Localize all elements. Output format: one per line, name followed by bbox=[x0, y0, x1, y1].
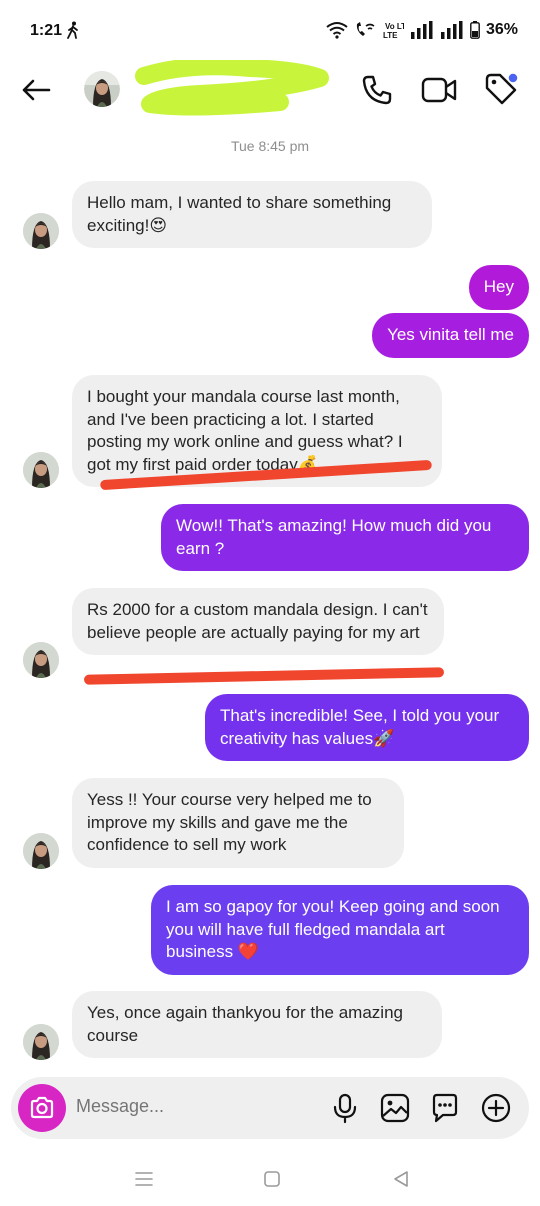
message-bubble-received[interactable]: Rs 2000 for a custom mandala design. I c… bbox=[72, 588, 444, 655]
contact-avatar[interactable] bbox=[84, 71, 120, 107]
sender-avatar[interactable] bbox=[23, 213, 59, 249]
sender-avatar[interactable] bbox=[23, 452, 59, 488]
message-bubble-sent[interactable]: Yes vinita tell me bbox=[372, 313, 529, 358]
volte-icon: Vo LTE LTE bbox=[383, 22, 404, 39]
status-time: 1:21 bbox=[30, 22, 63, 39]
walking-icon bbox=[67, 21, 78, 39]
recent-apps-icon[interactable] bbox=[133, 1168, 155, 1190]
add-plus-icon[interactable] bbox=[480, 1092, 512, 1124]
message-bubble-sent[interactable]: That's incredible! See, I told you your … bbox=[205, 694, 529, 761]
home-icon[interactable] bbox=[261, 1168, 283, 1190]
date-stamp: Tue 8:45 pm bbox=[230, 138, 310, 154]
back-arrow-icon[interactable] bbox=[18, 72, 54, 108]
sticker-chat-icon[interactable] bbox=[429, 1092, 461, 1124]
microphone-icon[interactable] bbox=[329, 1092, 361, 1124]
status-bar: 1:21 Vo LTE LTE bbox=[0, 0, 540, 60]
battery-percent: 36% bbox=[485, 21, 518, 38]
sender-avatar[interactable] bbox=[23, 1024, 59, 1060]
system-nav-bar bbox=[0, 1150, 540, 1206]
back-nav-icon[interactable] bbox=[390, 1168, 412, 1190]
sender-avatar[interactable] bbox=[23, 642, 59, 678]
message-bubble-sent[interactable]: I am so gapoy for you! Keep going and so… bbox=[151, 885, 529, 975]
message-bubble-received[interactable]: Hello mam, I wanted to share something e… bbox=[72, 181, 432, 248]
redacted-name-scribble bbox=[135, 60, 329, 116]
phone-icon[interactable] bbox=[360, 73, 394, 107]
status-indicators: Vo LTE LTE 36% bbox=[326, 19, 518, 41]
message-bubble-sent[interactable]: Wow!! That's amazing! How much did you e… bbox=[161, 504, 529, 571]
signal-icon-1 bbox=[410, 21, 433, 39]
highlight-underline bbox=[83, 667, 445, 685]
battery-icon bbox=[470, 21, 480, 39]
wifi-calling-icon bbox=[356, 22, 375, 36]
tag-icon[interactable] bbox=[482, 70, 520, 108]
wifi-icon bbox=[326, 22, 348, 39]
video-camera-icon[interactable] bbox=[420, 72, 458, 108]
message-bubble-received[interactable]: Yess !! Your course very helped me to im… bbox=[72, 778, 404, 868]
gallery-icon[interactable] bbox=[379, 1092, 411, 1124]
camera-icon bbox=[30, 1096, 54, 1119]
svg-text:Vo LTE: Vo LTE bbox=[385, 22, 404, 31]
camera-button[interactable] bbox=[18, 1084, 66, 1132]
message-bubble-sent[interactable]: Hey bbox=[468, 265, 529, 310]
signal-icon-2 bbox=[440, 21, 463, 39]
message-input[interactable] bbox=[76, 1096, 316, 1117]
sender-avatar[interactable] bbox=[23, 833, 59, 869]
svg-text:LTE: LTE bbox=[383, 31, 398, 39]
chat-header bbox=[0, 60, 540, 120]
message-composer bbox=[11, 1077, 529, 1139]
message-bubble-received[interactable]: Yes, once again thankyou for the amazing… bbox=[72, 991, 442, 1058]
